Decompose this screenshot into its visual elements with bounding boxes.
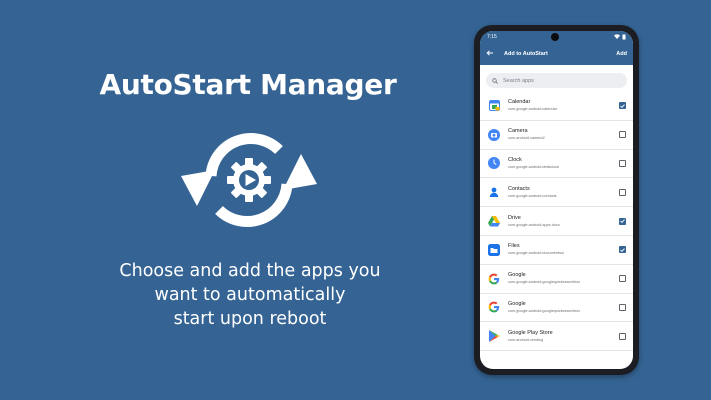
app-name: Google <box>508 300 526 307</box>
promo-subtitle-line: want to automatically <box>154 285 346 305</box>
app-package: com.google.android.documentsui <box>508 251 564 256</box>
app-checkbox[interactable] <box>619 102 626 110</box>
promo-title: AutoStart Manager <box>99 68 397 101</box>
app-list-item[interactable]: Drive com.google.android.apps.docs <box>480 207 633 236</box>
app-package: com.android.vending <box>508 337 544 342</box>
clock-icon <box>488 157 500 170</box>
arrow-back-icon[interactable] <box>486 49 500 58</box>
app-package: com.google.android.contacts <box>508 193 557 198</box>
app-name: Calendar <box>508 99 531 106</box>
app-package: com.google.android.calendar <box>508 107 557 112</box>
check-icon <box>620 104 625 108</box>
search-placeholder: Search apps <box>503 77 534 84</box>
app-text: Drive com.google.android.apps.docs <box>508 215 619 228</box>
app-package: com.google.android.apps.docs <box>508 222 560 227</box>
app-text: Clock com.google.android.deskclock <box>508 157 619 170</box>
google-icon <box>488 301 500 313</box>
app-checkbox[interactable] <box>619 303 626 311</box>
status-time: 7:15 <box>487 33 497 40</box>
app-package: com.google.android.googlequicksearchbox <box>508 308 581 313</box>
sync-gear-icon <box>181 133 317 227</box>
phone-screen: 7:15 Add to AutoStart Add Search apps Ca… <box>480 31 633 369</box>
app-checkbox[interactable] <box>619 246 626 254</box>
app-list-item[interactable]: Contacts com.google.android.contacts <box>480 178 633 208</box>
app-text: Google com.google.android.googlequicksear… <box>508 301 619 314</box>
front-camera <box>551 33 559 41</box>
app-text: Google com.google.android.googlequicksear… <box>508 272 619 285</box>
app-list-item[interactable]: Google Play Store com.android.vending <box>480 322 633 352</box>
app-list-item[interactable]: Google com.google.android.googlequicksear… <box>480 265 633 294</box>
app-package: com.android.camera2 <box>508 136 545 141</box>
app-checkbox[interactable] <box>619 332 626 340</box>
google-icon <box>488 273 500 285</box>
status-icons <box>614 34 626 40</box>
promo-subtitle-line: start upon reboot <box>173 309 327 329</box>
app-list-item[interactable]: Clock com.google.android.deskclock <box>480 150 633 179</box>
app-name: Contacts <box>508 185 530 192</box>
app-checkbox[interactable] <box>619 217 626 225</box>
check-icon <box>620 248 625 252</box>
status-bar: 7:15 <box>480 31 633 42</box>
app-checkbox[interactable] <box>619 159 626 167</box>
camera-icon <box>488 128 500 141</box>
play-store-icon <box>488 330 500 343</box>
app-bar: Add to AutoStart Add <box>480 42 633 65</box>
check-icon <box>620 219 625 224</box>
app-name: Drive <box>508 214 521 221</box>
app-list-item[interactable]: Camera com.android.camera2 <box>480 121 633 150</box>
app-list-item[interactable]: Files com.google.android.documentsui <box>480 236 633 265</box>
app-name: Files <box>508 243 520 250</box>
search-icon <box>492 77 498 84</box>
app-package: com.google.android.googlequicksearchbox <box>508 280 581 285</box>
app-text: Calendar com.google.android.calendar <box>508 99 619 112</box>
app-text: Camera com.android.camera2 <box>508 128 619 141</box>
phone-frame: 7:15 Add to AutoStart Add Search apps Ca… <box>474 25 639 375</box>
app-package: com.google.android.deskclock <box>508 164 560 169</box>
app-list-item[interactable]: Calendar com.google.android.calendar <box>480 92 633 121</box>
battery-icon <box>622 34 626 39</box>
drive-icon <box>488 215 500 227</box>
app-checkbox[interactable] <box>619 188 626 196</box>
promo-subtitle-line: Choose and add the apps you <box>119 261 381 281</box>
files-icon <box>488 243 500 256</box>
wifi-icon <box>614 34 620 39</box>
app-bar-title: Add to AutoStart <box>504 50 548 57</box>
promo-subtitle: Choose and add the apps you want to auto… <box>98 259 402 331</box>
app-checkbox[interactable] <box>619 275 626 283</box>
search-input[interactable]: Search apps <box>486 73 627 88</box>
add-button[interactable]: Add <box>616 51 627 57</box>
app-name: Clock <box>508 156 522 163</box>
contacts-icon <box>488 186 500 198</box>
app-list-item[interactable]: Google com.google.android.googlequicksear… <box>480 294 633 323</box>
app-checkbox[interactable] <box>619 131 626 139</box>
app-name: Google <box>508 272 526 279</box>
app-name: Camera <box>508 128 528 135</box>
app-name: Google Play Store <box>508 329 553 336</box>
app-text: Google Play Store com.android.vending <box>508 330 619 343</box>
app-text: Files com.google.android.documentsui <box>508 243 619 256</box>
app-list: Calendar com.google.android.calendar Camer… <box>480 92 633 352</box>
app-text: Contacts com.google.android.contacts <box>508 186 619 199</box>
calendar-icon <box>488 100 500 112</box>
